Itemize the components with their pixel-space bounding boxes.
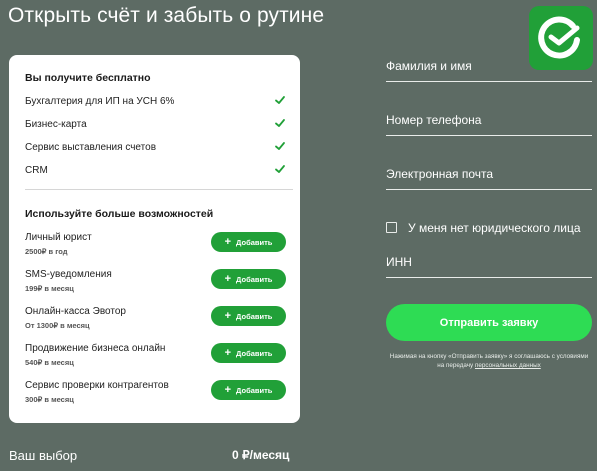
- email-field: [386, 162, 592, 190]
- checkmark-icon: [275, 96, 285, 104]
- option-price: 2500₽ в год: [25, 247, 68, 256]
- full-name-field: [386, 54, 592, 82]
- free-item-label: Бухгалтерия для ИП на УСН 6%: [25, 96, 175, 107]
- summary-label: Ваш выбор: [9, 448, 78, 463]
- inn-input[interactable]: [386, 250, 592, 274]
- option-row: Продвижение бизнеса онлайн 540₽ в месяц …: [25, 343, 286, 371]
- option-price: От 1300₽ в месяц: [25, 321, 90, 330]
- option-price: 540₽ в месяц: [25, 358, 74, 367]
- plus-icon: +: [224, 383, 232, 396]
- checkmark-icon: [275, 119, 285, 127]
- more-heading: Используйте больше возможностей: [25, 208, 214, 220]
- phone-input[interactable]: [386, 108, 592, 132]
- free-heading: Вы получите бесплатно: [25, 72, 151, 84]
- free-item-label: Сервис выставления счетов: [25, 142, 157, 153]
- free-item-label: CRM: [25, 165, 48, 176]
- plus-icon: +: [224, 346, 232, 359]
- no-entity-row: У меня нет юридического лица: [386, 221, 592, 235]
- free-item: CRM: [25, 165, 286, 179]
- option-row: SMS-уведомления 199₽ в месяц + Добавить: [25, 269, 286, 297]
- summary-value: 0 ₽/месяц: [232, 448, 290, 462]
- option-name: Личный юрист: [25, 232, 92, 243]
- add-button-label: Добавить: [236, 274, 273, 284]
- option-price: 199₽ в месяц: [25, 284, 74, 293]
- free-item-label: Бизнес-карта: [25, 119, 87, 130]
- divider: [25, 189, 293, 190]
- option-name: SMS-уведомления: [25, 269, 112, 280]
- submit-button[interactable]: Отправить заявку: [386, 304, 592, 341]
- add-button[interactable]: + Добавить: [211, 232, 286, 252]
- email-input[interactable]: [386, 162, 592, 186]
- page-title: Открыть счёт и забыть о рутине: [8, 4, 325, 27]
- free-item: Бухгалтерия для ИП на УСН 6%: [25, 96, 286, 110]
- add-button[interactable]: + Добавить: [211, 269, 286, 289]
- free-item: Бизнес-карта: [25, 119, 286, 133]
- plus-icon: +: [224, 309, 232, 322]
- personal-data-link[interactable]: персональных данных: [475, 362, 541, 369]
- add-button-label: Добавить: [236, 237, 273, 247]
- option-row: Сервис проверки контрагентов 300₽ в меся…: [25, 380, 286, 408]
- checkmark-icon: [275, 165, 285, 173]
- services-card: Вы получите бесплатно Бухгалтерия для ИП…: [9, 55, 300, 423]
- add-button-label: Добавить: [236, 385, 273, 395]
- option-name: Продвижение бизнеса онлайн: [25, 343, 166, 354]
- terms-text: Нажимая на кнопку «Отправить заявку» я с…: [386, 352, 592, 370]
- option-row: Личный юрист 2500₽ в год + Добавить: [25, 232, 286, 260]
- inn-field: [386, 250, 592, 278]
- option-row: Онлайн-касса Эвотор От 1300₽ в месяц + До…: [25, 306, 286, 334]
- add-button[interactable]: + Добавить: [211, 306, 286, 326]
- add-button[interactable]: + Добавить: [211, 380, 286, 400]
- option-price: 300₽ в месяц: [25, 395, 74, 404]
- add-button-label: Добавить: [236, 348, 273, 358]
- plus-icon: +: [224, 272, 232, 285]
- no-entity-checkbox[interactable]: [386, 222, 397, 233]
- add-button-label: Добавить: [236, 311, 273, 321]
- plus-icon: +: [224, 235, 232, 248]
- add-button[interactable]: + Добавить: [211, 343, 286, 363]
- option-name: Онлайн-касса Эвотор: [25, 306, 126, 317]
- phone-field: [386, 108, 592, 136]
- option-name: Сервис проверки контрагентов: [25, 380, 169, 391]
- free-item: Сервис выставления счетов: [25, 142, 286, 156]
- no-entity-label[interactable]: У меня нет юридического лица: [408, 221, 581, 235]
- checkmark-icon: [275, 142, 285, 150]
- full-name-input[interactable]: [386, 54, 592, 78]
